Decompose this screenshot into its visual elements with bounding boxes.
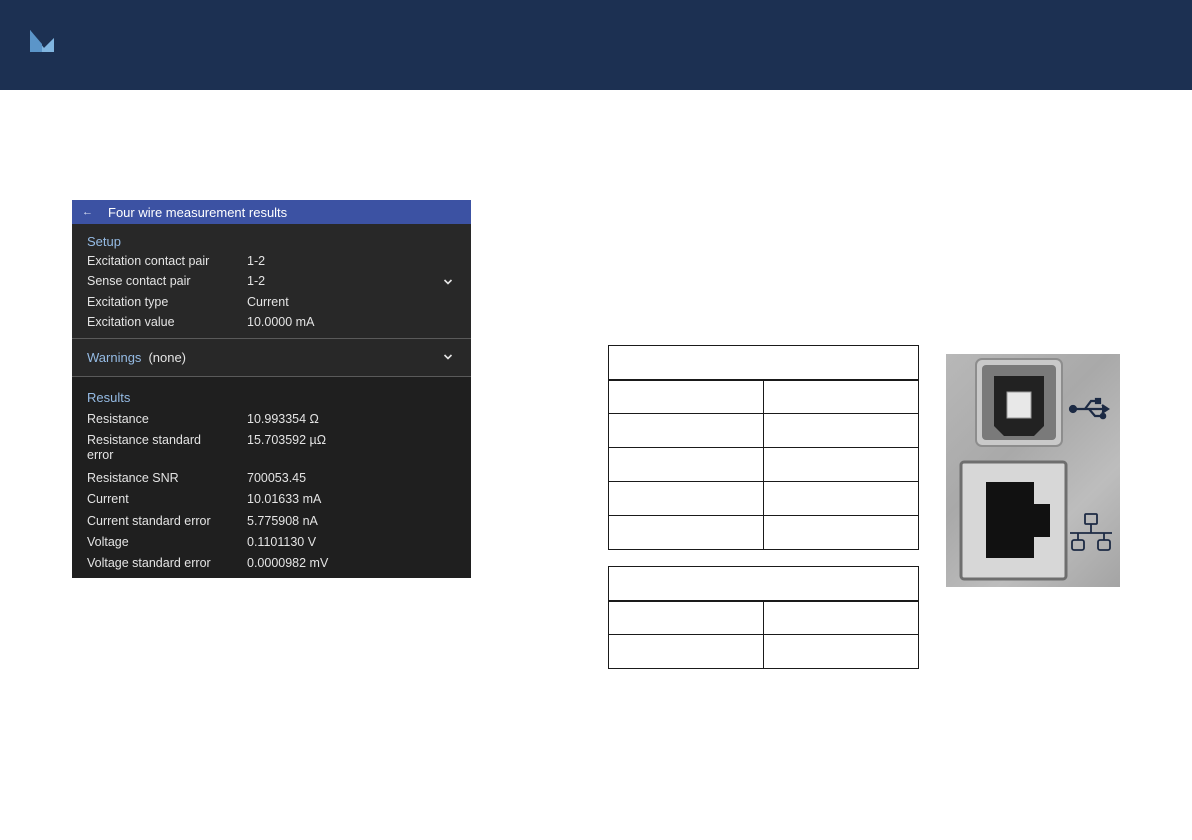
ports-illustration (959, 358, 1112, 581)
table-cell (763, 515, 919, 550)
results-section: Results Resistance 10.993354 Ω Resistanc… (72, 377, 471, 578)
table-cell (608, 379, 764, 414)
empty-table-lower (608, 566, 919, 669)
brand-logo-icon (30, 30, 54, 52)
table-row (608, 515, 919, 550)
table-header-cell (608, 345, 919, 381)
setup-value: Current (247, 295, 289, 309)
warnings-value: (none) (148, 350, 187, 365)
result-value: 10.01633 mA (247, 492, 322, 506)
setup-row: Sense contact pair 1-2 (87, 274, 457, 294)
result-row: Voltage standard error 0.0000982 mV (87, 556, 457, 576)
divider (72, 338, 471, 339)
result-row: Resistance SNR 700053.45 (87, 471, 457, 491)
result-label: Resistance (87, 412, 149, 426)
result-row: Resistance standard error 15.703592 µΩ (87, 433, 457, 465)
table-row (608, 379, 919, 414)
setup-row: Excitation contact pair 1-2 (87, 254, 457, 274)
setup-label: Excitation type (87, 295, 169, 309)
table-row (608, 481, 919, 516)
table-row (608, 413, 919, 448)
table-cell (763, 379, 919, 414)
table-cell (608, 515, 764, 550)
setup-heading: Setup (87, 234, 121, 249)
setup-label: Sense contact pair (87, 274, 191, 288)
ethernet-port (959, 460, 1068, 581)
result-label: Current standard error (87, 514, 211, 528)
table-header-row (608, 345, 919, 381)
table-cell (608, 600, 764, 635)
chevron-down-icon[interactable] (443, 277, 453, 287)
table-cell (763, 634, 919, 669)
result-value: 15.703592 µΩ (247, 433, 327, 447)
table-row (608, 634, 919, 669)
top-bar (0, 0, 1192, 90)
network-icon (1070, 513, 1112, 551)
table-cell (763, 600, 919, 635)
warnings-label: Warnings (87, 350, 142, 365)
setup-row: Excitation value 10.0000 mA (87, 315, 457, 335)
setup-value: 10.0000 mA (247, 315, 315, 329)
result-row: Voltage 0.1101130 V (87, 535, 457, 555)
result-label: Voltage (87, 535, 129, 549)
table-cell (763, 481, 919, 516)
setup-label: Excitation contact pair (87, 254, 210, 268)
table-cell (608, 447, 764, 482)
table-row (608, 600, 919, 635)
result-value: 5.775908 nA (247, 514, 318, 528)
table-header-cell (608, 566, 919, 602)
result-row: Current standard error 5.775908 nA (87, 514, 457, 534)
table-cell (608, 481, 764, 516)
table-cell (608, 634, 764, 669)
back-arrow-icon[interactable]: ← (72, 206, 108, 218)
result-value: 0.0000982 mV (247, 556, 329, 570)
result-label: Resistance standard error (87, 433, 201, 462)
title-bar: ← Four wire measurement results (72, 200, 471, 224)
result-row: Current 10.01633 mA (87, 492, 457, 512)
chevron-down-icon[interactable] (443, 352, 453, 362)
result-label: Current (87, 492, 129, 506)
table-cell (763, 447, 919, 482)
table-row (608, 447, 919, 482)
result-label: Resistance SNR (87, 471, 179, 485)
warnings-row[interactable]: Warnings (none) (87, 350, 457, 370)
usb-b-port (975, 358, 1063, 447)
result-row: Resistance 10.993354 Ω (87, 412, 457, 432)
setup-value: 1-2 (247, 254, 266, 268)
result-value: 10.993354 Ω (247, 412, 319, 426)
setup-label: Excitation value (87, 315, 175, 329)
measurement-results-screen: ← Four wire measurement results Setup Ex… (72, 200, 471, 578)
table-cell (608, 413, 764, 448)
usb-icon (1068, 397, 1110, 420)
setup-value: 1-2 (247, 274, 266, 288)
results-heading: Results (87, 390, 131, 405)
result-value: 700053.45 (247, 471, 307, 485)
result-value: 0.1101130 V (247, 535, 317, 549)
setup-row: Excitation type Current (87, 295, 457, 315)
rear-ports-photo (946, 354, 1120, 587)
table-header-row (608, 566, 919, 602)
screen-title: Four wire measurement results (108, 204, 288, 220)
empty-table-upper (608, 345, 919, 550)
result-label: Voltage standard error (87, 556, 211, 570)
table-cell (763, 413, 919, 448)
